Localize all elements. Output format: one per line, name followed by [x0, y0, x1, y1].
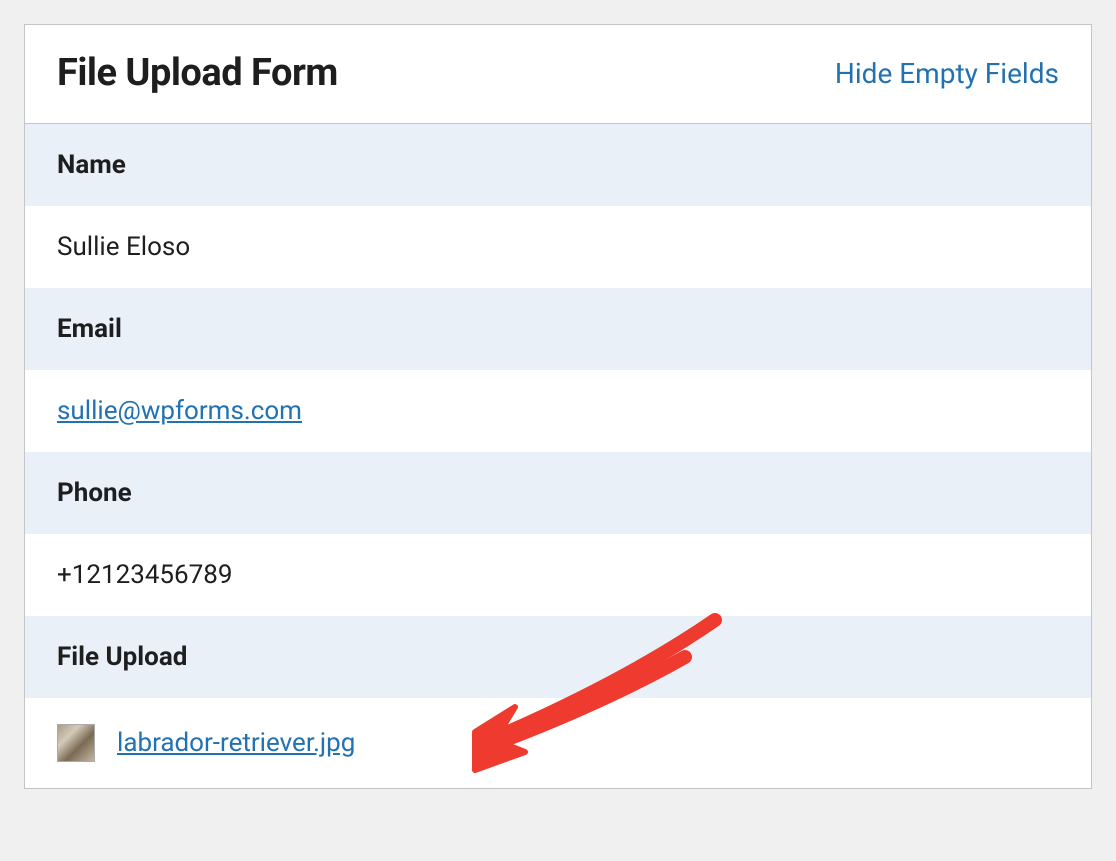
card-header: File Upload Form Hide Empty Fields [25, 25, 1091, 124]
annotation-arrow-icon [455, 602, 775, 782]
form-entry-card: File Upload Form Hide Empty Fields Name … [24, 24, 1092, 789]
field-value-email: sullie@wpforms.com [25, 370, 1091, 452]
field-label-name: Name [25, 124, 1091, 206]
field-label-phone: Phone [25, 452, 1091, 534]
form-title: File Upload Form [57, 51, 338, 95]
field-label-email: Email [25, 288, 1091, 370]
hide-empty-fields-link[interactable]: Hide Empty Fields [835, 57, 1059, 90]
file-link[interactable]: labrador-retriever.jpg [117, 728, 355, 758]
file-thumbnail-icon [57, 724, 95, 762]
email-link[interactable]: sullie@wpforms.com [57, 396, 302, 426]
field-value-file-upload: labrador-retriever.jpg [25, 698, 1091, 788]
field-value-name: Sullie Eloso [25, 206, 1091, 288]
